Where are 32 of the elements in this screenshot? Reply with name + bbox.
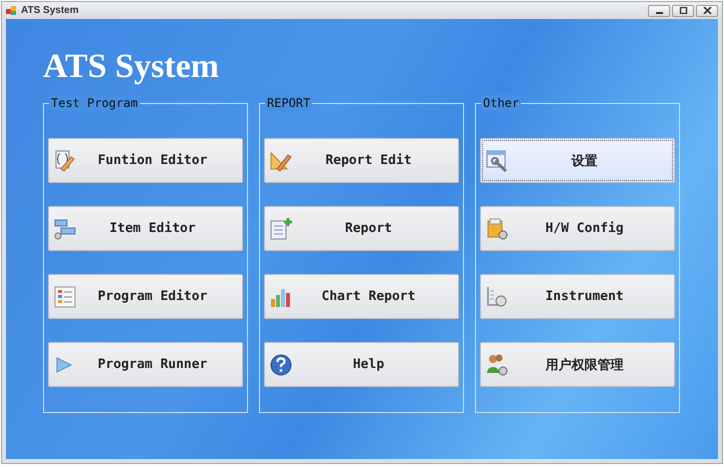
menu-button[interactable]: Program Editor: [48, 274, 243, 319]
menu-button[interactable]: Instrument: [480, 274, 675, 319]
menu-button[interactable]: 用户权限管理: [480, 342, 675, 387]
menu-button[interactable]: 设置: [480, 138, 675, 183]
menu-button[interactable]: Program Runner: [48, 342, 243, 387]
window-title: ATS System: [21, 5, 79, 16]
table-wrench-icon: [485, 148, 509, 172]
folder-gear-icon: [485, 216, 509, 240]
maximize-icon: [678, 7, 688, 14]
help-icon: [269, 352, 293, 376]
minimize-button[interactable]: [648, 4, 670, 16]
close-button[interactable]: [696, 4, 718, 16]
close-icon: [702, 7, 712, 14]
menu-button[interactable]: Report Edit: [264, 138, 459, 183]
menu-button[interactable]: Chart Report: [264, 274, 459, 319]
menu-button[interactable]: H/W Config: [480, 206, 675, 251]
group-title: Other: [481, 95, 522, 111]
document-pencil-icon: [53, 148, 77, 172]
app-heading: ATS System: [43, 47, 220, 87]
blocks-gear-icon: [53, 216, 77, 240]
app-icon: [6, 5, 17, 16]
group-title: REPORT: [265, 95, 312, 111]
document-plus-icon: [269, 216, 293, 240]
menu-button[interactable]: Help: [264, 342, 459, 387]
users-gear-icon: [485, 352, 509, 376]
list-icon: [53, 284, 77, 308]
document-gear-icon: [485, 284, 509, 308]
menu-button[interactable]: Report: [264, 206, 459, 251]
maximize-button[interactable]: [672, 4, 694, 16]
group-title: Test Program: [49, 95, 140, 111]
menu-button[interactable]: Funtion Editor: [48, 138, 243, 183]
menu-button[interactable]: Item Editor: [48, 206, 243, 251]
